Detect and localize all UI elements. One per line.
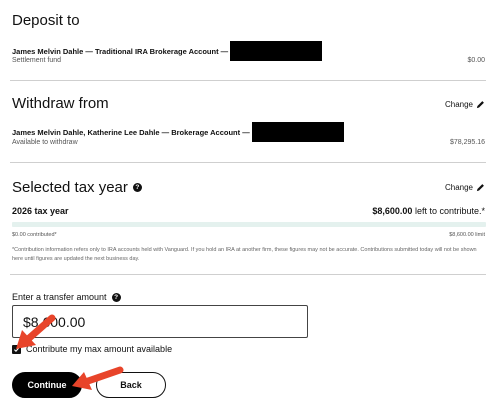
info-icon[interactable]: ? xyxy=(111,292,121,302)
divider xyxy=(10,162,486,163)
deposit-account-label: James Melvin Dahle — Traditional IRA Bro… xyxy=(12,46,229,56)
max-amount-row[interactable]: Contribute my max amount available xyxy=(12,344,172,354)
pencil-icon xyxy=(476,184,484,192)
tax-year-title-label: Selected tax year xyxy=(12,179,128,196)
tax-year-label: 2026 tax year xyxy=(12,206,69,216)
remaining-contribution: $8,600.00 left to contribute.* xyxy=(372,206,485,216)
available-label: Available to withdraw xyxy=(12,139,78,146)
divider xyxy=(10,80,486,81)
settlement-fund-label: Settlement fund xyxy=(12,57,62,64)
contributed-label: $0.00 contributed* xyxy=(12,232,57,238)
pencil-icon xyxy=(476,101,484,109)
withdraw-account-label: James Melvin Dahle, Katherine Lee Dahle … xyxy=(12,127,250,137)
remaining-amount: $8,600.00 xyxy=(372,206,413,216)
contribution-progress-bar xyxy=(12,222,486,227)
back-button[interactable]: Back xyxy=(96,372,166,398)
available-value: $78,295.16 xyxy=(449,139,485,146)
info-icon[interactable]: ? xyxy=(132,183,142,192)
withdraw-change-label: Change xyxy=(444,100,473,109)
transfer-label-text: Enter a transfer amount xyxy=(12,292,107,302)
max-amount-label: Contribute my max amount available xyxy=(26,344,173,354)
divider xyxy=(10,274,486,275)
disclaimer-text: *Contribution information refers only to… xyxy=(12,247,477,262)
checkmark-icon xyxy=(14,347,20,352)
limit-label: $8,600.00 limit xyxy=(449,232,485,238)
settlement-fund-value: $0.00 xyxy=(467,57,485,64)
withdraw-section-title: Withdraw from xyxy=(12,95,109,112)
deposit-section-title: Deposit to xyxy=(12,12,80,29)
redacted-account-number xyxy=(230,41,323,61)
redacted-account-number xyxy=(251,122,344,142)
tax-change-label: Change xyxy=(444,183,473,192)
remaining-suffix: left to contribute.* xyxy=(414,206,485,216)
tax-year-section-title: Selected tax year ? xyxy=(12,179,142,196)
tax-year-change-link[interactable]: Change xyxy=(445,183,485,192)
continue-button[interactable]: Continue xyxy=(12,372,82,398)
transfer-amount-label: Enter a transfer amount ? xyxy=(12,292,121,302)
withdraw-change-link[interactable]: Change xyxy=(445,100,485,109)
transfer-amount-input[interactable] xyxy=(12,305,308,338)
max-amount-checkbox[interactable] xyxy=(12,344,21,354)
